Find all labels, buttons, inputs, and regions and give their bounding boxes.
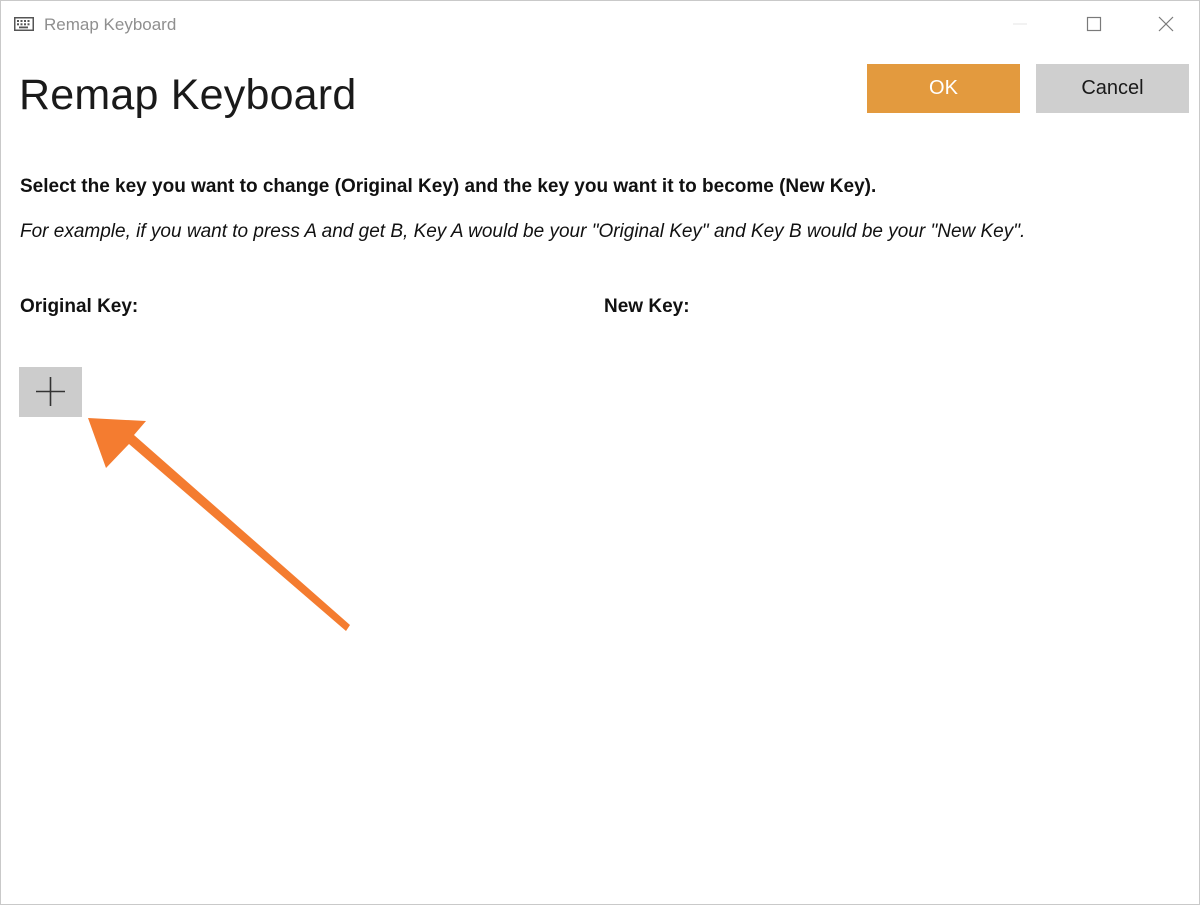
instruction-text: Select the key you want to change (Origi…: [20, 176, 877, 197]
cancel-button-label: Cancel: [1081, 77, 1144, 99]
example-text: For example, if you want to press A and …: [20, 221, 1026, 242]
window-title: Remap Keyboard: [44, 15, 177, 34]
minimize-icon: [1013, 23, 1027, 25]
ok-button-label: OK: [929, 77, 958, 99]
new-key-header: New Key:: [604, 296, 690, 317]
title-bar: Remap Keyboard: [1, 1, 1199, 47]
close-button[interactable]: [1137, 1, 1195, 47]
plus-icon: [36, 377, 65, 406]
remap-keyboard-window: Remap Keyboard Remap Keyboard OK Cancel …: [0, 0, 1200, 905]
cancel-button[interactable]: Cancel: [1036, 64, 1189, 113]
ok-button[interactable]: OK: [867, 64, 1020, 113]
close-icon: [1158, 16, 1174, 32]
add-key-remap-button[interactable]: [19, 367, 82, 417]
minimize-button[interactable]: [991, 1, 1049, 47]
page-title: Remap Keyboard: [19, 71, 357, 119]
maximize-icon: [1086, 16, 1102, 32]
maximize-button[interactable]: [1065, 1, 1123, 47]
keyboard-icon: [14, 17, 34, 31]
original-key-header: Original Key:: [20, 296, 139, 317]
